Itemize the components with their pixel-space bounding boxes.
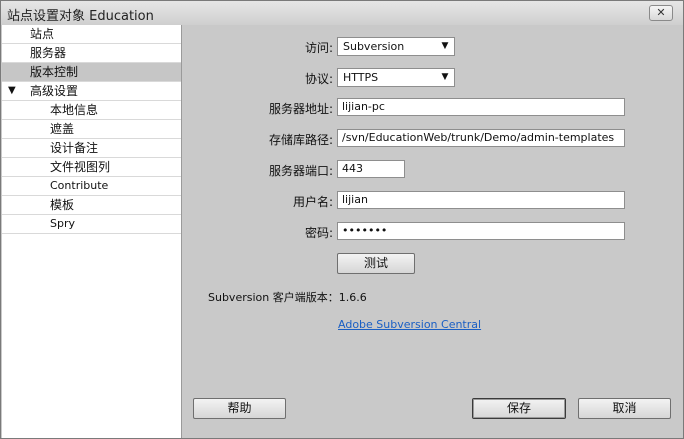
sidebar-item-local-info[interactable]: 本地信息 xyxy=(2,101,181,120)
sidebar-item-design-notes[interactable]: 设计备注 xyxy=(2,139,181,158)
sidebar-item-label: 文件视图列 xyxy=(50,160,111,174)
sidebar-item-label: 版本控制 xyxy=(30,65,79,79)
sidebar-item-label: 模板 xyxy=(50,198,75,212)
save-button[interactable]: 保存 xyxy=(472,398,566,419)
sidebar-item-cloaking[interactable]: 遮盖 xyxy=(2,120,181,139)
dropdown-arrow-icon: ▼ xyxy=(441,72,449,82)
repo-path-input[interactable]: /svn/EducationWeb/trunk/Demo/admin-templ… xyxy=(337,129,625,147)
server-port-label: 服务器端口: xyxy=(268,164,333,178)
cancel-button[interactable]: 取消 xyxy=(578,398,671,419)
server-address-label: 服务器地址: xyxy=(268,102,333,116)
sidebar-item-label: 设计备注 xyxy=(50,141,99,155)
sidebar-item-site[interactable]: 站点 xyxy=(2,25,181,44)
test-button[interactable]: 测试 xyxy=(337,253,415,274)
sidebar-item-label: 站点 xyxy=(30,27,55,41)
close-button[interactable]: ✕ xyxy=(649,5,673,21)
protocol-label: 协议: xyxy=(304,72,333,86)
username-label: 用户名: xyxy=(292,195,333,209)
repo-path-label: 存储库路径: xyxy=(268,133,333,147)
window-title: 站点设置对象 Education xyxy=(7,9,154,24)
protocol-select[interactable]: HTTPS ▼ xyxy=(337,68,455,87)
sidebar-item-file-view-columns[interactable]: 文件视图列 xyxy=(2,158,181,177)
sidebar-item-label: 高级设置 xyxy=(30,84,79,98)
access-select[interactable]: Subversion ▼ xyxy=(337,37,455,56)
sidebar-item-version-control[interactable]: 版本控制 xyxy=(2,63,181,82)
close-icon: ✕ xyxy=(656,6,666,19)
password-label: 密码: xyxy=(304,226,333,240)
sidebar-item-spry[interactable]: Spry xyxy=(2,215,181,234)
dropdown-arrow-icon: ▼ xyxy=(441,41,449,51)
expand-arrow-icon[interactable]: ▼ xyxy=(8,82,16,100)
sidebar-item-contribute[interactable]: Contribute xyxy=(2,177,181,196)
category-sidebar: 站点 服务器 版本控制 ▼ 高级设置 本地信息 遮盖 设计备注 文件视图列 Co… xyxy=(2,25,182,438)
username-input[interactable]: lijian xyxy=(337,191,625,209)
sidebar-item-templates[interactable]: 模板 xyxy=(2,196,181,215)
sidebar-item-servers[interactable]: 服务器 xyxy=(2,44,181,63)
title-bar: 站点设置对象 Education ✕ xyxy=(1,1,683,25)
sidebar-item-label: 服务器 xyxy=(30,46,67,60)
client-version-text: Subversion 客户端版本：1.6.6 xyxy=(208,291,367,304)
sidebar-item-label: Contribute xyxy=(50,179,109,192)
access-value: Subversion xyxy=(343,40,405,53)
sidebar-item-label: 本地信息 xyxy=(50,103,99,117)
help-button[interactable]: 帮助 xyxy=(193,398,286,419)
subversion-central-link[interactable]: Adobe Subversion Central xyxy=(338,318,481,331)
site-setup-dialog: 站点设置对象 Education ✕ 站点 服务器 版本控制 ▼ 高级设置 本地… xyxy=(0,0,684,439)
password-input[interactable]: ••••••• xyxy=(337,222,625,240)
server-port-input[interactable]: 443 xyxy=(337,160,405,178)
server-address-input[interactable]: lijian-pc xyxy=(337,98,625,116)
protocol-value: HTTPS xyxy=(343,71,379,84)
sidebar-item-label: Spry xyxy=(50,217,75,230)
sidebar-item-label: 遮盖 xyxy=(50,122,75,136)
sidebar-item-advanced-settings[interactable]: ▼ 高级设置 xyxy=(2,82,181,101)
version-control-panel: 访问: Subversion ▼ 协议: HTTPS ▼ 服务器地址: liji… xyxy=(183,25,683,438)
access-label: 访问: xyxy=(304,41,333,55)
